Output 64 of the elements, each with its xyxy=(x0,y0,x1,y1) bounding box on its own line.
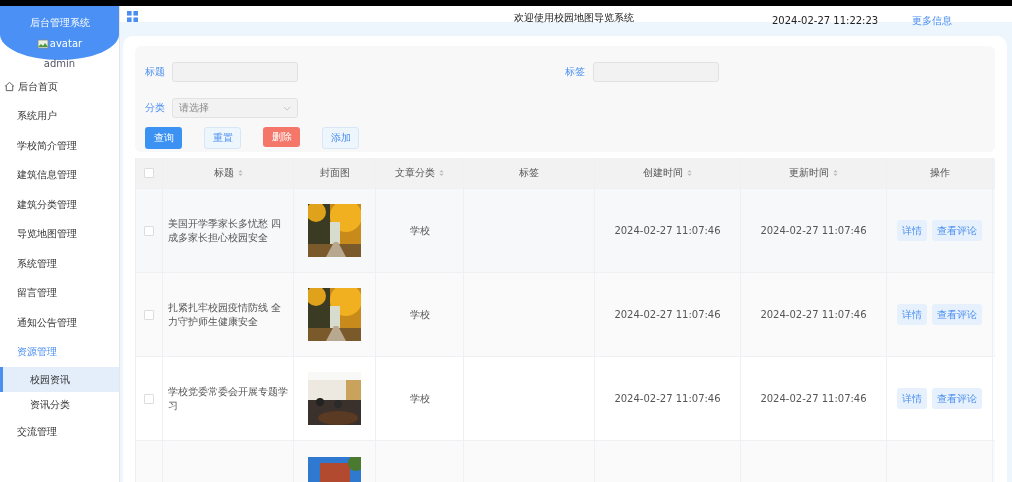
menu-item[interactable]: 资源管理 xyxy=(0,337,119,367)
field-label: 标题 xyxy=(145,65,165,79)
menu-item[interactable]: 留言管理 xyxy=(0,278,119,308)
column-header: 创建时间 xyxy=(643,166,683,180)
row-action-button[interactable]: 详情 xyxy=(897,304,927,325)
action-button[interactable]: 查询 xyxy=(145,127,182,149)
column-header: 操作 xyxy=(929,166,950,180)
table-cell: 2024-02-27 11:07:46 xyxy=(760,393,867,404)
avatar-alt-text: avatar xyxy=(49,38,83,50)
system-title: 后台管理系统 xyxy=(29,16,90,30)
checkbox[interactable] xyxy=(144,309,154,320)
more-info-link[interactable]: 更多信息 xyxy=(912,14,952,28)
sort-icon[interactable] xyxy=(833,169,838,177)
checkbox[interactable] xyxy=(144,225,154,236)
username: admin xyxy=(43,58,76,69)
row-action-button[interactable]: 查看评论 xyxy=(932,220,982,241)
column-header: 标题 xyxy=(213,166,234,180)
menu-item[interactable]: 建筑分类管理 xyxy=(0,190,119,220)
action-button[interactable]: 重置 xyxy=(204,127,241,149)
row-action-button[interactable]: 查看评论 xyxy=(932,388,982,409)
table-cell: 2024-02-27 11:07:46 xyxy=(614,309,721,320)
checkbox[interactable] xyxy=(144,393,154,404)
table-cell: 2024-02-27 11:07:46 xyxy=(614,393,721,404)
row-action-button[interactable]: 详情 xyxy=(897,388,927,409)
table-cell: 2024-02-27 11:07:46 xyxy=(760,225,867,236)
menu-item[interactable]: 系统用户 xyxy=(0,101,119,131)
table-cell-text: 美国开学季家长多忧愁 四成多家长担心校园安全 xyxy=(168,216,283,245)
checkbox[interactable] xyxy=(144,168,154,178)
menu-item[interactable]: 后台首页 xyxy=(0,72,119,102)
table-cell: 学校党委常委会开展专题学习 xyxy=(168,384,288,413)
submenu-item[interactable]: 校园资讯 xyxy=(0,367,119,392)
category-select[interactable]: 请选择 xyxy=(172,98,298,118)
home-icon xyxy=(4,81,15,93)
action-button[interactable]: 删除 xyxy=(263,127,300,147)
table-cell: 2024-02-27 11:07:46 xyxy=(760,309,867,320)
menu-item[interactable]: 通知公告管理 xyxy=(0,308,119,338)
menu-item[interactable]: 学校简介管理 xyxy=(0,131,119,161)
submenu-item[interactable]: 资讯分类 xyxy=(0,392,119,417)
row-action-button[interactable]: 详情 xyxy=(897,220,927,241)
column-header: 标签 xyxy=(519,166,539,180)
datetime: 2024-02-27 11:22:23 xyxy=(772,15,879,26)
menu-item[interactable]: 建筑信息管理 xyxy=(0,160,119,190)
table-cell: 2024-02-27 11:07:46 xyxy=(614,225,721,236)
menu-item[interactable]: 导览地图管理 xyxy=(0,219,119,249)
sort-icon[interactable] xyxy=(237,169,243,177)
table-cell: 学校 xyxy=(409,223,430,238)
column-header: 封面图 xyxy=(319,166,350,180)
table-cell-text: 扎紧扎牢校园疫情防线 全力守护师生健康安全 xyxy=(168,300,283,329)
welcome-title: 欢迎使用校园地图导览系统 xyxy=(514,11,634,25)
field-label: 标签 xyxy=(565,65,585,79)
action-button[interactable]: 添加 xyxy=(322,127,359,149)
broken-image-icon xyxy=(36,39,49,49)
table-cell: 学校 xyxy=(409,391,430,406)
menu-item[interactable]: 交流管理 xyxy=(0,417,119,447)
menu-item[interactable]: 系统管理 xyxy=(0,249,119,279)
field-label: 分类 xyxy=(145,101,165,115)
table-cell: 学校 xyxy=(409,307,430,322)
column-header: 文章分类 xyxy=(395,166,435,180)
column-header: 更新时间 xyxy=(789,166,829,180)
sort-icon[interactable] xyxy=(439,169,444,177)
row-action-button[interactable]: 查看评论 xyxy=(932,304,982,325)
sort-icon[interactable] xyxy=(687,169,692,177)
menu-icon[interactable] xyxy=(127,11,138,22)
chevron-down-icon xyxy=(283,105,291,111)
